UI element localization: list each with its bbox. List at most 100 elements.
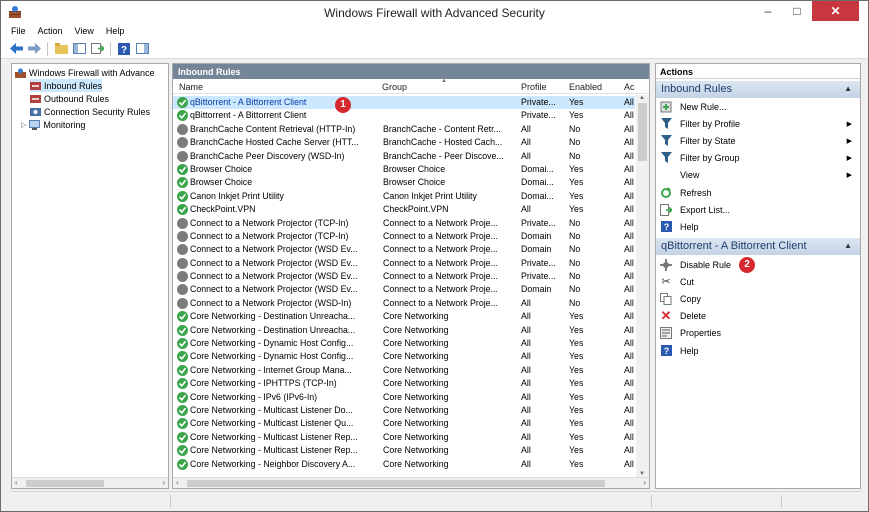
tree-item-outbound-rules[interactable]: Outbound Rules bbox=[30, 92, 109, 105]
scrollbar-thumb[interactable] bbox=[187, 480, 605, 487]
scroll-right-icon[interactable]: › bbox=[643, 478, 646, 487]
rule-name: BranchCache Content Retrieval (HTTP-In) bbox=[190, 123, 356, 134]
action-filter-by-group[interactable]: Filter by Group ▶ bbox=[660, 150, 856, 165]
table-row[interactable]: Core Networking - Dynamic Host Config...… bbox=[173, 337, 635, 350]
action-filter-by-state[interactable]: Filter by State ▶ bbox=[660, 133, 856, 148]
action-filter-by-profile[interactable]: Filter by Profile ▶ bbox=[660, 116, 856, 131]
tree-item-root[interactable]: Windows Firewall with Advance bbox=[15, 66, 155, 79]
table-row[interactable]: Connect to a Network Projector (TCP-In) C… bbox=[173, 217, 635, 230]
tree-item-label: Windows Firewall with Advance bbox=[29, 67, 155, 78]
collapse-caret-icon[interactable]: ▲ bbox=[844, 84, 852, 93]
help-icon[interactable]: ? bbox=[117, 42, 131, 56]
rule-action: All bbox=[624, 177, 634, 188]
rules-horizontal-scrollbar[interactable]: ‹ › bbox=[173, 477, 649, 488]
action-delete[interactable]: ✕ Delete bbox=[660, 308, 856, 323]
menu-view[interactable]: View bbox=[75, 26, 94, 36]
table-row[interactable]: Core Networking - Multicast Listener Qu.… bbox=[173, 417, 635, 430]
column-header-enabled[interactable]: Enabled bbox=[569, 82, 602, 92]
rule-profile: Domai... bbox=[521, 163, 554, 174]
status-divider bbox=[781, 495, 782, 507]
action-cut[interactable]: ✂ Cut bbox=[660, 274, 856, 289]
table-row[interactable]: Core Networking - Internet Group Mana...… bbox=[173, 364, 635, 377]
table-row[interactable]: Connect to a Network Projector (WSD Ev..… bbox=[173, 257, 635, 270]
rule-profile: All bbox=[521, 364, 531, 375]
close-button[interactable]: ✕ bbox=[812, 1, 859, 21]
table-row[interactable]: Core Networking - Multicast Listener Rep… bbox=[173, 444, 635, 457]
table-row[interactable]: Browser Choice Browser Choice Domai... Yes A… bbox=[173, 163, 635, 176]
rules-vertical-scrollbar[interactable]: ▲ ▼ bbox=[636, 95, 649, 477]
action-view[interactable]: View ▶ bbox=[660, 167, 856, 182]
table-row[interactable]: Core Networking - Neighbor Discovery A..… bbox=[173, 458, 635, 471]
scroll-left-icon[interactable]: ‹ bbox=[15, 478, 18, 487]
show-hide-action-pane-icon[interactable] bbox=[135, 42, 149, 56]
tree-item-monitoring[interactable]: ▷ Monitoring bbox=[21, 118, 85, 131]
table-row[interactable]: Core Networking - IPv6 (IPv6-In) Core Net… bbox=[173, 391, 635, 404]
table-row[interactable]: Core Networking - Multicast Listener Do.… bbox=[173, 404, 635, 417]
table-row[interactable]: Connect to a Network Projector (WSD-In) C… bbox=[173, 297, 635, 310]
table-row[interactable]: BranchCache Peer Discovery (WSD-In) Branc… bbox=[173, 150, 635, 163]
scroll-up-icon[interactable]: ▲ bbox=[639, 95, 645, 101]
table-row[interactable]: Connect to a Network Projector (TCP-In) C… bbox=[173, 230, 635, 243]
action-export-list[interactable]: Export List... bbox=[660, 202, 856, 217]
table-row[interactable]: BranchCache Content Retrieval (HTTP-In) B… bbox=[173, 123, 635, 136]
column-header-action[interactable]: Ac bbox=[624, 82, 635, 92]
rule-group: Core Networking bbox=[383, 445, 449, 456]
action-disable-rule[interactable]: Disable Rule bbox=[660, 257, 856, 272]
rules-list: qBittorrent - A Bittorrent Client Private… bbox=[173, 96, 635, 471]
table-row[interactable]: Core Networking - Destination Unreacha..… bbox=[173, 324, 635, 337]
action-properties[interactable]: Properties bbox=[660, 325, 856, 340]
action-new-rule[interactable]: New Rule... bbox=[660, 99, 856, 114]
table-row[interactable]: Core Networking - Multicast Listener Rep… bbox=[173, 431, 635, 444]
table-row[interactable]: qBittorrent - A Bittorrent Client Private… bbox=[173, 109, 635, 122]
column-header-group[interactable]: Group bbox=[382, 82, 407, 92]
tree-horizontal-scrollbar[interactable]: ‹ › bbox=[12, 477, 168, 488]
table-row[interactable]: Core Networking - Dynamic Host Config...… bbox=[173, 350, 635, 363]
folder-up-icon[interactable] bbox=[54, 42, 68, 56]
table-row[interactable]: BranchCache Hosted Cache Server (HTT... B… bbox=[173, 136, 635, 149]
actions-section-selected-rule[interactable]: qBittorrent - A Bittorrent Client ▲ bbox=[656, 238, 860, 255]
show-hide-tree-icon[interactable] bbox=[72, 42, 86, 56]
table-row[interactable]: Browser Choice Browser Choice Domai... Yes A… bbox=[173, 176, 635, 189]
column-header-profile[interactable]: Profile bbox=[521, 82, 547, 92]
minimize-button[interactable]: – bbox=[754, 1, 782, 21]
rule-profile: All bbox=[521, 431, 531, 442]
menu-file[interactable]: File bbox=[11, 26, 26, 36]
scrollbar-thumb[interactable] bbox=[26, 480, 104, 487]
table-row[interactable]: Connect to a Network Projector (WSD Ev..… bbox=[173, 243, 635, 256]
table-row[interactable]: CheckPoint.VPN CheckPoint.VPN All Yes All bbox=[173, 203, 635, 216]
column-header-name[interactable]: Name bbox=[179, 82, 203, 92]
table-row[interactable]: Connect to a Network Projector (WSD Ev..… bbox=[173, 283, 635, 296]
tree-item-connection-security-rules[interactable]: Connection Security Rules bbox=[30, 105, 150, 118]
table-row[interactable]: Connect to a Network Projector (WSD Ev..… bbox=[173, 270, 635, 283]
expand-chevron-icon[interactable]: ▷ bbox=[21, 121, 26, 129]
action-refresh[interactable]: Refresh bbox=[660, 185, 856, 200]
menu-action[interactable]: Action bbox=[38, 26, 63, 36]
action-help-rule[interactable]: ? Help bbox=[660, 343, 856, 358]
export-list-icon[interactable] bbox=[90, 42, 104, 56]
table-row[interactable]: Core Networking - IPHTTPS (TCP-In) Core N… bbox=[173, 377, 635, 390]
action-help[interactable]: ? Help bbox=[660, 219, 856, 234]
scrollbar-thumb[interactable] bbox=[638, 103, 647, 161]
maximize-button[interactable]: □ bbox=[783, 1, 811, 21]
help-icon: ? bbox=[660, 221, 672, 233]
table-row[interactable]: qBittorrent - A Bittorrent Client Private… bbox=[173, 96, 635, 110]
tree-item-inbound-rules[interactable]: Inbound Rules bbox=[30, 79, 103, 92]
table-row[interactable]: Canon Inkjet Print Utility Canon Inkjet P… bbox=[173, 190, 635, 203]
rule-enabled-icon bbox=[177, 378, 188, 390]
rule-enabled-icon bbox=[177, 163, 188, 175]
back-arrow-icon[interactable] bbox=[9, 42, 23, 56]
rule-action: All bbox=[624, 404, 634, 415]
action-copy[interactable]: Copy bbox=[660, 291, 856, 306]
table-row[interactable]: Core Networking - Destination Unreacha..… bbox=[173, 310, 635, 323]
action-label: Help bbox=[680, 221, 699, 232]
actions-title: Actions bbox=[656, 64, 860, 79]
rule-name: BranchCache Peer Discovery (WSD-In) bbox=[190, 150, 345, 161]
forward-arrow-icon[interactable] bbox=[27, 42, 41, 56]
connection-security-icon bbox=[30, 107, 41, 116]
collapse-caret-icon[interactable]: ▲ bbox=[844, 241, 852, 250]
scroll-right-icon[interactable]: › bbox=[162, 478, 165, 487]
scroll-left-icon[interactable]: ‹ bbox=[176, 478, 179, 487]
actions-section-inbound-rules[interactable]: Inbound Rules ▲ bbox=[656, 81, 860, 98]
rule-enabled-icon bbox=[177, 204, 188, 216]
menu-help[interactable]: Help bbox=[106, 26, 125, 36]
